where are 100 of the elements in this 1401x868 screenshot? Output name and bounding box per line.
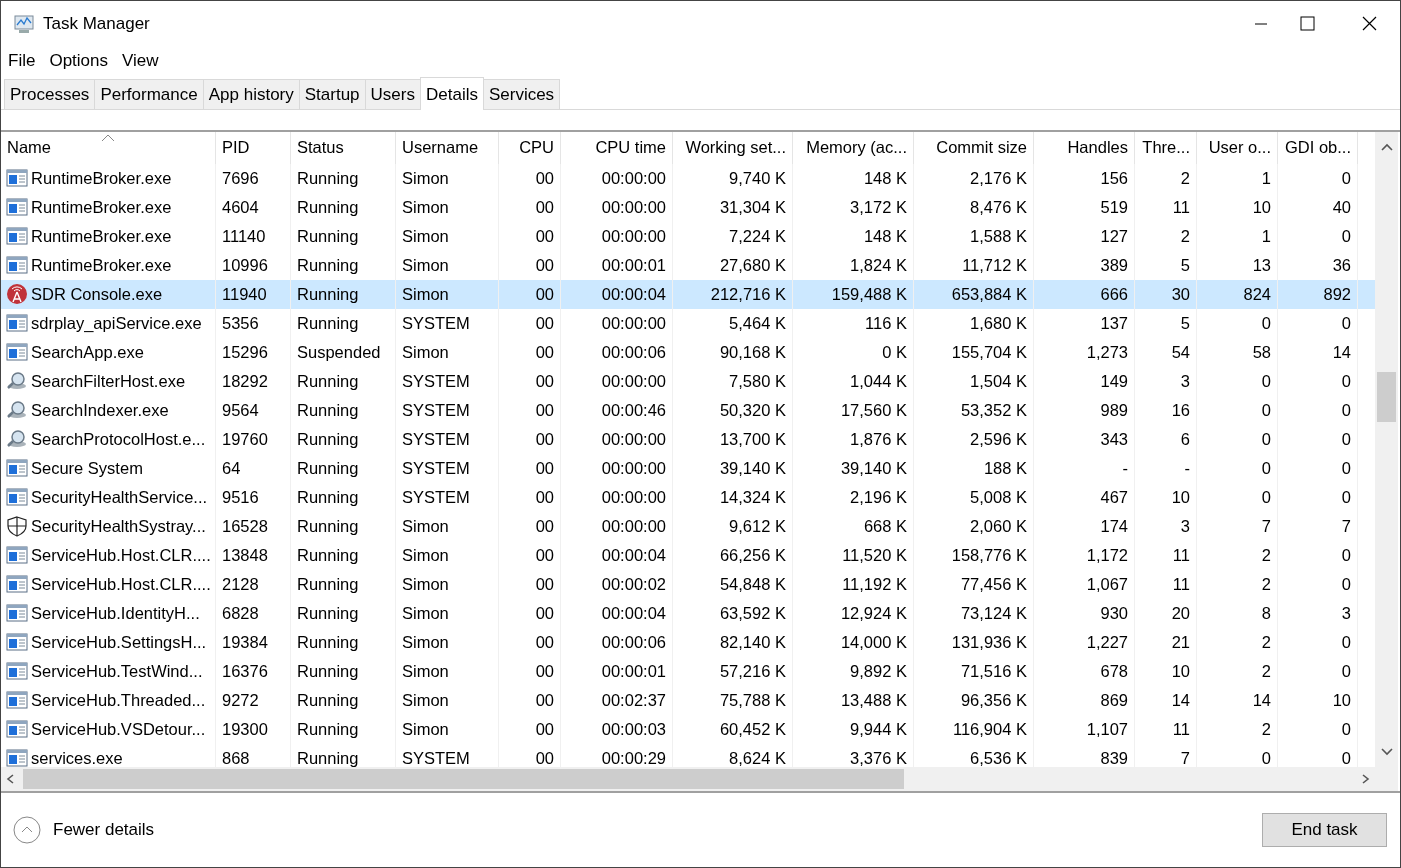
table-cell-text: 2,196 K	[850, 487, 907, 509]
tab[interactable]: Users	[364, 79, 421, 109]
table-cell-text: 27,680 K	[719, 255, 786, 277]
vertical-scrollbar[interactable]	[1375, 132, 1398, 791]
horizontal-scrollbar[interactable]	[1, 767, 1375, 791]
table-row[interactable]: ServiceHub.TestWind... 16376 Running Simon 00 00:00:01 57,216 K 9,892 K 71,516 K 678 10 2 0	[1, 657, 1375, 686]
table-cell-text: 11	[1172, 545, 1190, 567]
table-cell-text: 1,067	[1086, 574, 1128, 596]
table-cell-text: 7,580 K	[729, 371, 786, 393]
tab[interactable]: Processes	[4, 79, 96, 109]
table-cell-text: 00:00:01	[601, 661, 666, 683]
shield-icon	[6, 516, 28, 537]
table-row[interactable]: ServiceHub.Host.CLR.... 2128 Running Simon 00 00:00:02 54,848 K 11,192 K 77,456 K 1,067 11 2 0	[1, 570, 1375, 599]
table-row[interactable]: SecurityHealthService... 9516 Running SYSTEM 00 00:00:00 14,324 K 2,196 K 5,008 K 467 10 0 0	[1, 483, 1375, 512]
table-cell-text: -	[1184, 458, 1190, 480]
table-cell-text: 00	[535, 603, 554, 625]
table-cell-text: 1,824 K	[850, 255, 907, 277]
scrollbar-thumb[interactable]	[23, 769, 904, 789]
table-cell-text: 989	[1100, 400, 1128, 422]
table-cell-text: 148 K	[863, 226, 907, 248]
magnifier-icon	[6, 371, 28, 392]
table-cell-text: 60,452 K	[719, 719, 786, 741]
table-cell-text: 8,476 K	[970, 197, 1027, 219]
table-cell-text: Running	[297, 574, 359, 596]
table-cell-text: 00:00:00	[601, 487, 666, 509]
table-cell-text: SYSTEM	[402, 458, 470, 480]
table-cell-text: 9516	[222, 487, 259, 509]
window-icon	[6, 342, 28, 363]
tab[interactable]: Services	[482, 79, 561, 109]
table-row[interactable]: SearchProtocolHost.e... 19760 Running SYSTEM 00 00:00:00 13,700 K 1,876 K 2,596 K 343 6 0 0	[1, 425, 1375, 454]
table-cell-text: 11940	[222, 284, 267, 306]
tab[interactable]: App history	[202, 79, 300, 109]
table-row[interactable]: SecurityHealthSystray... 16528 Running Simon 00 00:00:00 9,612 K 668 K 2,060 K 174 3 7 7	[1, 512, 1375, 541]
table-row[interactable]: ServiceHub.IdentityH... 6828 Running Simon 00 00:00:04 63,592 K 12,924 K 73,124 K 930 20 8 3	[1, 599, 1375, 628]
table-cell-text: 0	[1341, 429, 1351, 451]
table-cell-text: 4604	[222, 197, 259, 219]
table-cell-text: Running	[297, 748, 359, 767]
scrollbar-thumb[interactable]	[1377, 372, 1396, 422]
table-cell-text: 869	[1100, 690, 1128, 712]
table-row[interactable]: SearchApp.exe 15296 Suspended Simon 00 00:00:06 90,168 K 0 K 155,704 K 1,273 54 58 14	[1, 338, 1375, 367]
table-cell-text: 11	[1172, 197, 1190, 219]
table-cell-text: 00	[535, 168, 554, 190]
table-cell-text: 14,324 K	[719, 487, 786, 509]
table-row[interactable]: RuntimeBroker.exe 7696 Running Simon 00 00:00:00 9,740 K 148 K 2,176 K 156 2 1 0	[1, 164, 1375, 193]
table-cell-text: 0	[1341, 371, 1351, 393]
table-cell-text: 0	[1261, 429, 1271, 451]
table-cell-text: 5	[1180, 255, 1190, 277]
table-cell-text: Running	[297, 690, 359, 712]
menu-item[interactable]: View	[122, 48, 159, 74]
table-cell-text: Simon	[402, 168, 449, 190]
table-cell-text: 00	[535, 342, 554, 364]
window-icon	[6, 487, 28, 508]
fewer-details-button[interactable]: Fewer details	[13, 816, 155, 844]
table-row[interactable]: SearchFilterHost.exe 18292 Running SYSTEM 00 00:00:00 7,580 K 1,044 K 1,504 K 149 3 0 0	[1, 367, 1375, 396]
table-cell-text: Simon	[402, 574, 449, 596]
table-cell-text: 9,944 K	[850, 719, 907, 741]
table-cell-text: 53,352 K	[960, 400, 1027, 422]
tab[interactable]: Performance	[94, 79, 204, 109]
table-cell-text: 00:00:00	[601, 226, 666, 248]
process-name: SearchProtocolHost.e...	[31, 429, 206, 451]
table-cell-text: 668 K	[863, 516, 907, 538]
table-row[interactable]: ServiceHub.Threaded... 9272 Running Simon 00 00:02:37 75,788 K 13,488 K 96,356 K 869 14 14 10	[1, 686, 1375, 715]
table-cell-text: 127	[1100, 226, 1128, 248]
table-row[interactable]: ServiceHub.VSDetour... 19300 Running Simon 00 00:00:03 60,452 K 9,944 K 116,904 K 1,107 11 2 0	[1, 715, 1375, 744]
menu-item[interactable]: File	[8, 48, 36, 74]
table-cell-text: 82,140 K	[719, 632, 786, 654]
table-row[interactable]: RuntimeBroker.exe 11140 Running Simon 00 00:00:00 7,224 K 148 K 1,588 K 127 2 1 0	[1, 222, 1375, 251]
table-cell-text: Running	[297, 661, 359, 683]
table-cell-text: 13848	[222, 545, 268, 567]
table-cell-text: 00:00:00	[601, 168, 666, 190]
tab[interactable]: Startup	[298, 79, 366, 109]
tab[interactable]: Details	[419, 77, 484, 110]
selected-row[interactable]: SDR Console.exe 11940 Running Simon 00 00:00:04 212,716 K 159,488 K 653,884 K 666 30 824 892	[1, 280, 1375, 309]
table-row[interactable]: Secure System 64 Running SYSTEM 00 00:00:00 39,140 K 39,140 K 188 K - - 0 0	[1, 454, 1375, 483]
table-cell-text: 0	[1341, 574, 1351, 596]
table-cell-text: 2128	[222, 574, 259, 596]
table-cell-text: 14	[1171, 690, 1190, 712]
table-cell-text: 10996	[222, 255, 268, 277]
table-cell-text: 131,936 K	[951, 632, 1027, 654]
end-task-button[interactable]: End task	[1262, 813, 1387, 847]
process-name: SecurityHealthService...	[31, 487, 208, 509]
table-row[interactable]: RuntimeBroker.exe 4604 Running Simon 00 00:00:00 31,304 K 3,172 K 8,476 K 519 11 10 40	[1, 193, 1375, 222]
table-cell-text: 188 K	[983, 458, 1027, 480]
table-cell-text: 155,704 K	[951, 342, 1027, 364]
table-cell-text: 116 K	[865, 313, 907, 335]
table-cell-text: 00	[535, 748, 554, 767]
table-row[interactable]: sdrplay_apiService.exe 5356 Running SYSTEM 00 00:00:00 5,464 K 116 K 1,680 K 137 5 0 0	[1, 309, 1375, 338]
table-cell-text: 10	[1252, 197, 1271, 219]
table-cell-text: 5	[1180, 313, 1190, 335]
menu-item[interactable]: Options	[49, 48, 108, 74]
window-icon	[6, 313, 28, 334]
table-row[interactable]: ServiceHub.SettingsH... 19384 Running Simon 00 00:00:06 82,140 K 14,000 K 131,936 K 1,227 21 2 0	[1, 628, 1375, 657]
table-cell-text: 159,488 K	[831, 284, 907, 306]
table-cell-text: 0	[1341, 168, 1351, 190]
table-cell-text: 54	[1171, 342, 1190, 364]
table-cell-text: 00:02:37	[601, 690, 666, 712]
table-row[interactable]: SearchIndexer.exe 9564 Running SYSTEM 00 00:00:46 50,320 K 17,560 K 53,352 K 989 16 0 0	[1, 396, 1375, 425]
table-row[interactable]: ServiceHub.Host.CLR.... 13848 Running Simon 00 00:00:04 66,256 K 11,520 K 158,776 K 1,172 11 2 0	[1, 541, 1375, 570]
table-cell-text: 9,612 K	[729, 516, 786, 538]
table-cell-text: 149	[1100, 371, 1128, 393]
